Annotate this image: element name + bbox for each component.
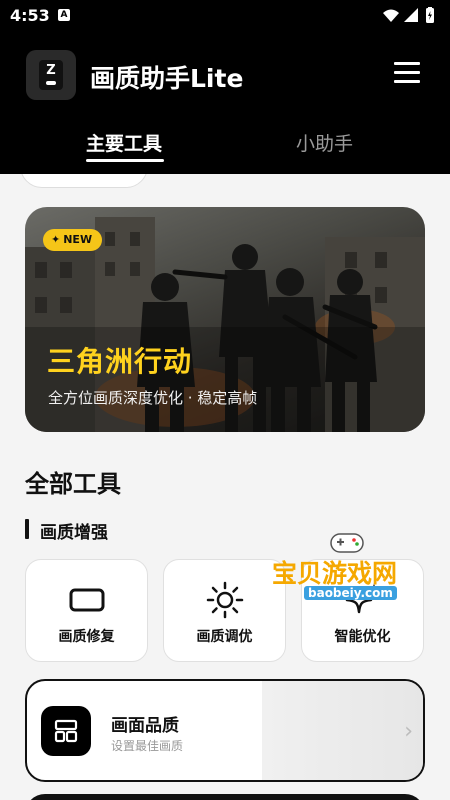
previous-card[interactable] [20, 174, 148, 188]
sparkle-icon: ✦ [51, 233, 61, 246]
sun-icon [206, 581, 244, 619]
next-card[interactable] [25, 794, 425, 800]
game-banner[interactable]: ✦ NEW 三角洲行动 全方位画质深度优化 · 稳定高帧 [25, 207, 425, 432]
status-bar: 4:53 A [0, 0, 450, 32]
status-icons [382, 7, 442, 29]
banner-title: 三角洲行动 [47, 345, 193, 378]
tab-indicator [86, 159, 164, 162]
feature-title: 画面品质 [111, 716, 179, 736]
watermark-logo: 宝贝游戏网 baobeiy.com [272, 528, 422, 608]
app-bar: Z 画质助手Lite 主要工具 小助手 [0, 32, 450, 174]
subsection-title-enhance: 画质增强 [40, 523, 108, 543]
tab-main-tools[interactable]: 主要工具 [86, 129, 162, 156]
feature-subtitle: 设置最佳画质 [111, 739, 184, 753]
layout-grid-icon [41, 706, 91, 756]
tool-label: 画质修复 [58, 629, 115, 645]
menu-icon[interactable] [394, 61, 420, 83]
new-badge: ✦ NEW [43, 229, 103, 251]
chevron-right-icon: › [404, 719, 413, 744]
status-time: 4:53 [10, 6, 50, 25]
notification-icon: A [58, 9, 70, 21]
section-marker [25, 519, 29, 539]
section-title-all-tools: 全部工具 [25, 470, 121, 498]
feature-card-picture-quality[interactable]: 画面品质 设置最佳画质 › [25, 679, 425, 782]
tool-label: 画质调优 [196, 629, 253, 645]
battery-icon [426, 7, 434, 23]
main-content[interactable]: ✦ NEW 三角洲行动 全方位画质深度优化 · 稳定高帧 全部工具 画质增强 画质… [0, 174, 450, 800]
app-title: 画质助手Lite [90, 64, 244, 93]
watermark-text: 宝贝游戏网 [272, 559, 398, 588]
rounded-rect-icon [69, 588, 105, 612]
wifi-icon [383, 9, 399, 22]
feature-preview: › [262, 681, 423, 780]
tool-card-quality-repair[interactable]: 画质修复 [25, 559, 148, 662]
tab-helper[interactable]: 小助手 [296, 129, 353, 156]
tool-card-quality-tune[interactable]: 画质调优 [163, 559, 286, 662]
gamepad-icon [330, 533, 364, 553]
signal-icon [404, 8, 418, 22]
banner-subtitle: 全方位画质深度优化 · 稳定高帧 [48, 389, 258, 407]
tool-label: 智能优化 [334, 629, 391, 645]
app-logo-icon: Z [26, 50, 76, 100]
watermark-url: baobeiy.com [304, 586, 397, 600]
